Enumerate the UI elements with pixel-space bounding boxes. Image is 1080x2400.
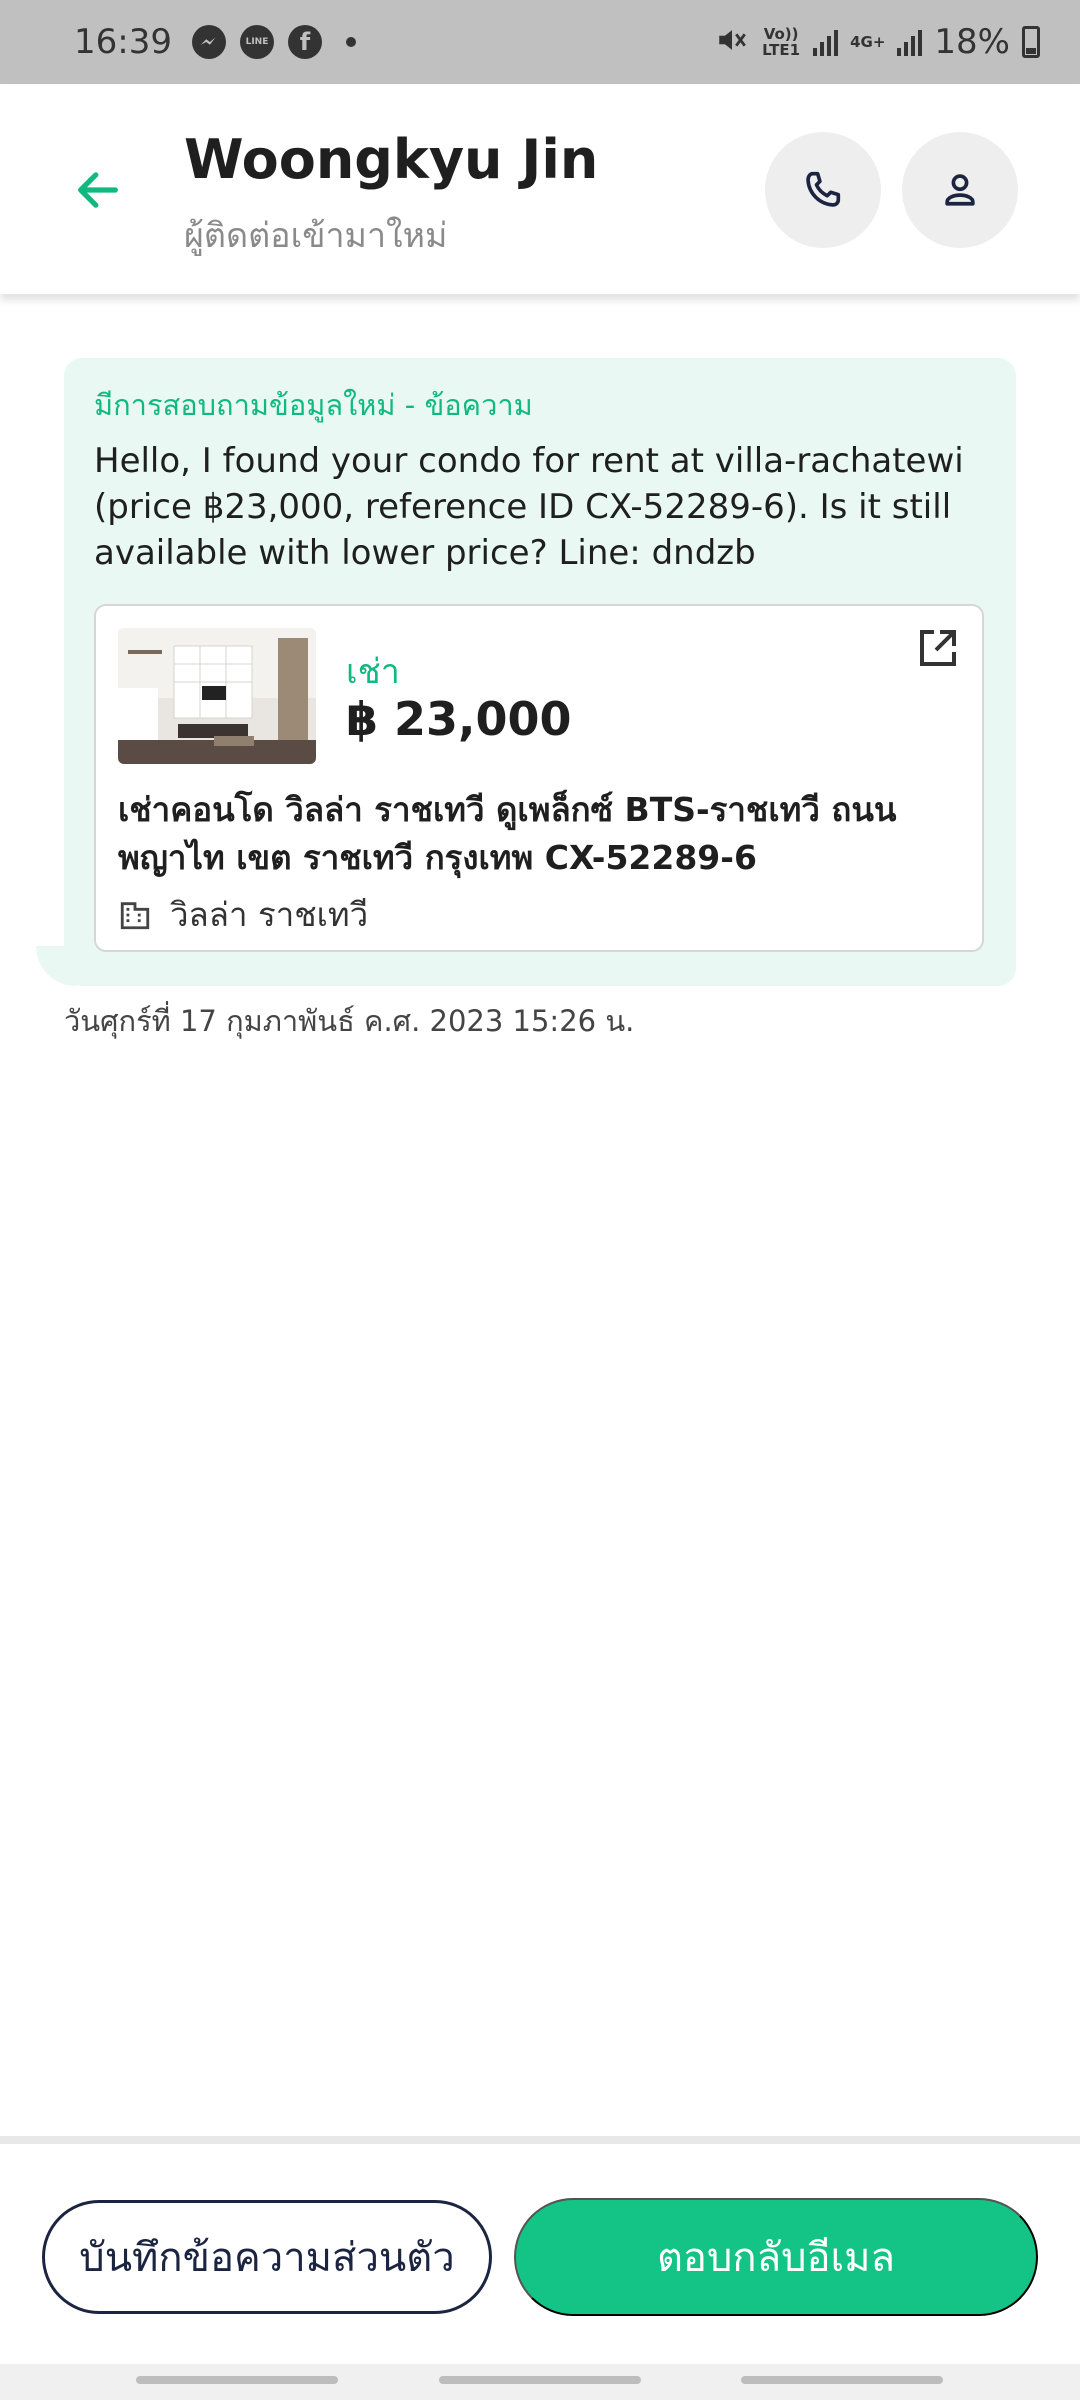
status-bar-right: Vo)) LTE1 4G+ 18% (715, 22, 1040, 62)
notification-dot-icon (345, 37, 356, 47)
network-type: 4G+ (850, 33, 886, 51)
status-time: 16:39 (74, 22, 172, 62)
listing-title: เช่าคอนโด วิลล่า ราชเทวี ดูเพล็กซ์ BTS-ร… (118, 790, 897, 877)
message-heading: มีการสอบถามข้อมูลใหม่ - ข้อความ (94, 388, 533, 422)
listing-type: เช่า (346, 652, 400, 692)
battery-icon (1022, 26, 1040, 58)
phone-icon (806, 171, 841, 207)
status-bar: 16:39 LINE f Vo)) LTE1 4G+ 18% (0, 0, 1080, 84)
facebook-icon: f (287, 25, 322, 59)
nav-recent-apps[interactable] (136, 2376, 338, 2384)
mute-icon (715, 23, 749, 61)
battery-percent: 18% (934, 22, 1010, 62)
listing-location-label: วิลล่า ราชเทวี (170, 895, 369, 934)
nav-home[interactable] (439, 2376, 641, 2384)
listing-location: วิลล่า ราชเทวี (118, 888, 368, 941)
system-nav-bar (0, 2364, 1080, 2400)
arrow-left-icon (78, 172, 118, 208)
header: Woongkyu Jin ผู้ติดต่อเข้ามาใหม่ (0, 84, 1080, 294)
listing-card[interactable]: เช่า ฿ 23,000 เช่าคอนโด วิลล่า ราชเทวี ด… (94, 604, 984, 952)
private-note-button[interactable]: บันทึกข้อความส่วนตัว (42, 2200, 492, 2314)
bottom-action-bar: บันทึกข้อความส่วนตัว ตอบกลับอีเมล (0, 2136, 1080, 2364)
signal-icon-2 (897, 28, 923, 56)
status-bar-left: 16:39 LINE f (74, 22, 356, 62)
message-bubble: มีการสอบถามข้อมูลใหม่ - ข้อความ Hello, I… (64, 358, 1016, 986)
open-external-icon[interactable] (914, 624, 962, 672)
nav-back[interactable] (741, 2376, 943, 2384)
contact-name: Woongkyu Jin (184, 128, 599, 191)
call-button[interactable] (765, 132, 881, 248)
contact-status: ผู้ติดต่อเข้ามาใหม่ (184, 216, 448, 256)
message-body: Hello, I found your condo for rent at vi… (94, 441, 964, 573)
profile-button[interactable] (902, 132, 1018, 248)
building-icon (120, 901, 150, 929)
volte-indicator: Vo)) LTE1 (762, 25, 801, 59)
listing-thumbnail (118, 628, 316, 764)
message-timestamp: วันศุกร์ที่ 17 กุมภาพันธ์ ค.ศ. 2023 15:2… (64, 1004, 635, 1038)
person-icon (945, 174, 975, 206)
signal-icon (813, 28, 839, 56)
screen: 16:39 LINE f Vo)) LTE1 4G+ 18% Woongkyu … (0, 0, 1080, 2400)
reply-email-button[interactable]: ตอบกลับอีเมล (514, 2198, 1038, 2316)
messenger-icon (191, 25, 226, 59)
line-icon: LINE (239, 25, 274, 59)
listing-price: ฿ 23,000 (346, 692, 572, 746)
back-button[interactable] (70, 162, 126, 218)
